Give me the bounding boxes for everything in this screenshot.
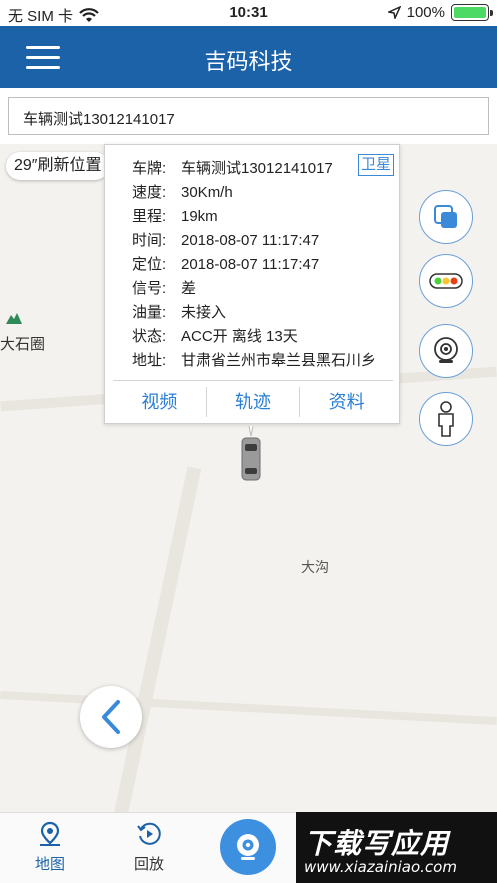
back-button[interactable] — [80, 686, 142, 748]
traffic-button[interactable] — [419, 254, 473, 308]
nav-bar: 吉码科技 — [0, 26, 497, 88]
info-row-signal: 信号: 差 — [132, 280, 197, 297]
track-button[interactable]: 轨迹 — [207, 387, 301, 417]
tab-playback[interactable]: 回放 — [119, 821, 179, 874]
watermark-url: www.xiazainiao.com — [304, 858, 457, 876]
vehicle-info-card: 车牌: 车辆测试13012141017 卫星 速度: 30Km/h 里程: 19km … — [104, 144, 400, 424]
layers-button[interactable] — [419, 190, 473, 244]
info-row-status: 状态: ACC开 离线 13天 — [132, 328, 298, 345]
card-actions: 视频 轨迹 资料 — [113, 381, 393, 423]
person-icon — [438, 401, 454, 437]
center-camera-button[interactable] — [220, 819, 276, 875]
tab-map-label: 地图 — [34, 856, 65, 873]
status-right: 100% — [387, 4, 493, 21]
traffic-light-icon — [429, 273, 463, 289]
map-place-label: 大沟 — [301, 559, 329, 575]
map-pin-icon — [40, 821, 60, 846]
info-row-speed: 速度: 30Km/h — [132, 184, 233, 201]
page-title: 吉码科技 — [204, 49, 293, 74]
watermark-title: 下载写应用 — [304, 828, 450, 859]
vehicle-search-input[interactable]: 车辆测试13012141017 — [8, 97, 489, 135]
map-place-label: 大石圈 — [0, 336, 46, 353]
tab-playback-label: 回放 — [133, 856, 164, 873]
location-arrow-icon — [387, 6, 401, 19]
info-row-fuel: 油量: 未接入 — [132, 304, 227, 321]
info-button[interactable]: 资料 — [300, 387, 393, 417]
search-bar: 车辆测试13012141017 — [0, 88, 497, 144]
refresh-position-button[interactable]: 29″刷新位置 — [6, 152, 110, 180]
tab-map[interactable]: 地图 — [20, 821, 80, 874]
satellite-badge: 卫星 — [358, 154, 395, 176]
status-bar: 无 SIM 卡 10:31 100% — [0, 0, 497, 26]
battery-icon — [451, 4, 493, 21]
info-row-mileage: 里程: 19km — [132, 208, 218, 225]
info-row-plate: 车牌: 车辆测试13012141017 — [132, 160, 333, 177]
camera-icon — [237, 834, 259, 860]
layers-icon — [434, 205, 457, 228]
mountain-icon — [6, 313, 22, 324]
person-button[interactable] — [419, 392, 473, 446]
playback-icon — [137, 822, 161, 845]
info-row-time: 时间: 2018-08-07 11:17:47 — [132, 232, 320, 249]
info-row-address: 地址: 甘肃省兰州市皋兰县黑石川乡 — [132, 352, 377, 369]
watermark: 下载写应用 www.xiazainiao.com — [296, 812, 497, 883]
webcam-icon — [434, 337, 458, 363]
car-marker-icon[interactable] — [240, 424, 262, 482]
info-row-location-time: 定位: 2018-08-07 11:17:47 — [132, 256, 320, 273]
video-button[interactable]: 视频 — [113, 387, 207, 417]
camera-button[interactable] — [419, 324, 473, 378]
chevron-left-icon — [102, 700, 120, 734]
battery-percent: 100% — [406, 4, 445, 21]
